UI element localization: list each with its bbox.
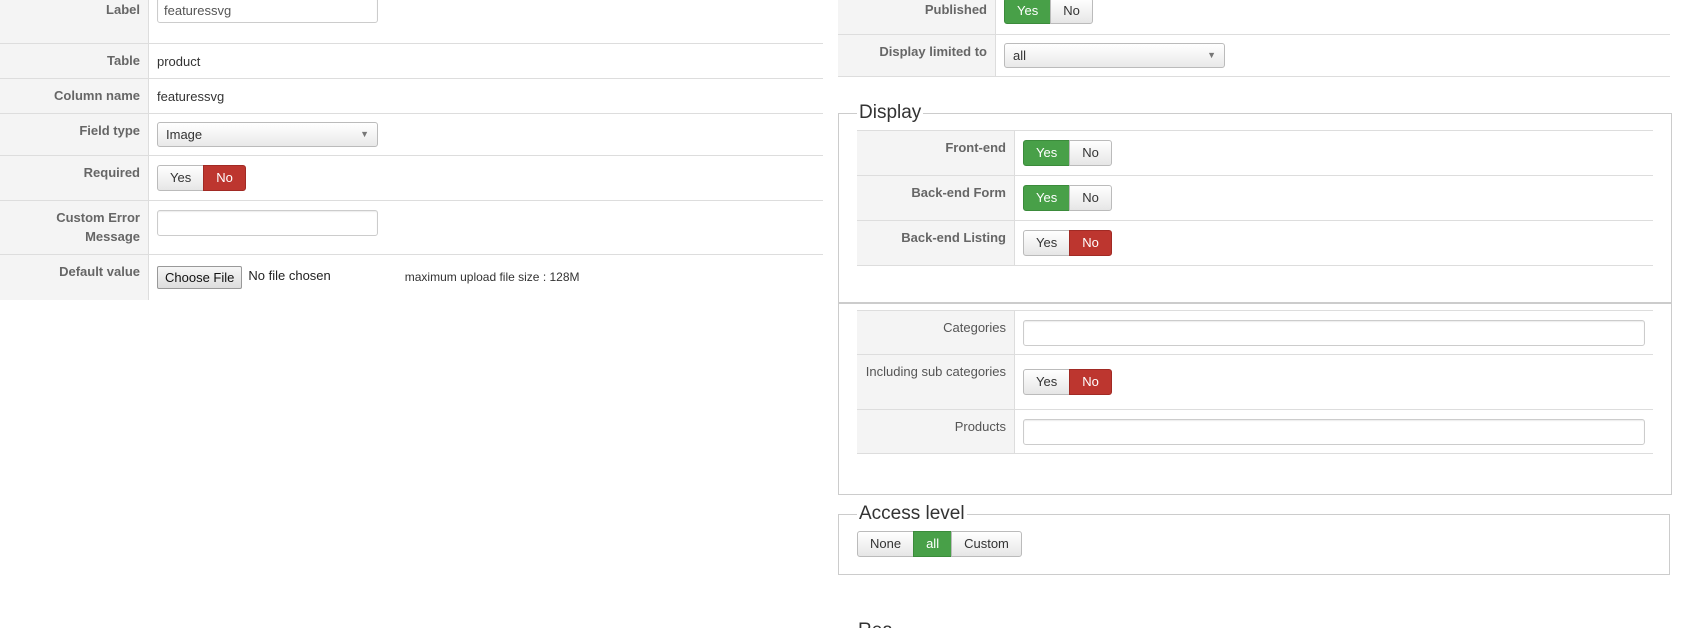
subcat-toggle: Yes No [1023, 369, 1112, 395]
error-val [149, 201, 823, 254]
published-toggle: Yes No [1004, 0, 1093, 24]
caret-down-icon: ▼ [360, 129, 369, 139]
required-no-button[interactable]: No [203, 165, 246, 191]
column-key: Column name [0, 79, 149, 113]
categories-val [1015, 311, 1653, 354]
required-key: Required [0, 156, 149, 200]
column-value: featuressvg [157, 89, 225, 104]
custom-error-input[interactable] [157, 210, 378, 236]
default-val: Choose File No file chosen maximum uploa… [149, 255, 823, 300]
table-row: Table product [0, 44, 823, 79]
backlist-row: Back-end Listing Yes No [857, 221, 1653, 266]
table-key: Table [0, 44, 149, 78]
label-row: Label [0, 0, 823, 44]
label-key: Label [0, 0, 149, 43]
frontend-no-button[interactable]: No [1069, 140, 1112, 166]
field-settings-panel: Label Table product Column name features… [0, 0, 823, 300]
backform-row: Back-end Form Yes No [857, 176, 1653, 221]
backform-toggle: Yes No [1023, 185, 1112, 211]
required-row: Required Yes No [0, 156, 823, 201]
access-fieldset: Access level None all Custom [838, 503, 1670, 575]
backlist-toggle: Yes No [1023, 230, 1112, 256]
required-toggle: Yes No [157, 165, 246, 191]
subcat-yes-button[interactable]: Yes [1023, 369, 1071, 395]
required-val: Yes No [149, 156, 823, 200]
frontend-val: Yes No [1015, 131, 1653, 175]
subcat-key: Including sub categories [857, 355, 1015, 409]
products-input[interactable] [1023, 418, 1645, 445]
published-no-button[interactable]: No [1050, 0, 1093, 24]
default-row: Default value Choose File No file chosen… [0, 255, 823, 300]
display-limited-select[interactable]: all ▼ [1004, 43, 1225, 68]
published-yes-button[interactable]: Yes [1004, 0, 1052, 24]
access-none-button[interactable]: None [857, 531, 915, 557]
fieldtype-selected: Image [166, 127, 203, 142]
categories-row: Categories [857, 311, 1653, 355]
frontend-yes-button[interactable]: Yes [1023, 140, 1071, 166]
display-fieldset: Display Front-end Yes No Back-end Form Y… [838, 102, 1672, 495]
access-level-toggle: None all Custom [857, 531, 1022, 557]
fieldtype-val: Image ▼ [149, 114, 823, 155]
published-val: Yes No [996, 0, 1670, 34]
products-row: Products [857, 410, 1653, 454]
publish-table: Published Yes No Display limited to all … [838, 0, 1670, 77]
published-row: Published Yes No [838, 0, 1670, 35]
fieldtype-select[interactable]: Image ▼ [157, 122, 378, 147]
frontend-row: Front-end Yes No [857, 131, 1653, 176]
access-all-button[interactable]: all [913, 531, 953, 557]
partial-section-legend: Rea [858, 620, 893, 628]
backlist-yes-button[interactable]: Yes [1023, 230, 1071, 256]
subcat-row: Including sub categories Yes No [857, 355, 1653, 410]
categories-input[interactable] [1023, 319, 1645, 346]
table-value: product [157, 54, 201, 69]
categories-key: Categories [857, 311, 1015, 354]
products-key: Products [857, 410, 1015, 453]
backform-key: Back-end Form [857, 176, 1015, 220]
display-legend: Display [859, 102, 922, 123]
category-table: Categories Including sub categories Yes … [857, 310, 1653, 454]
limited-row: Display limited to all ▼ [838, 35, 1670, 77]
display-limited-selected: all [1013, 48, 1027, 63]
backform-no-button[interactable]: No [1069, 185, 1112, 211]
subcat-no-button[interactable]: No [1069, 369, 1112, 395]
label-input[interactable] [157, 0, 378, 23]
products-val [1015, 410, 1653, 453]
published-key: Published [838, 0, 996, 34]
limited-val: all ▼ [996, 35, 1670, 76]
frontend-toggle: Yes No [1023, 140, 1112, 166]
caret-down-icon: ▼ [1207, 50, 1216, 60]
display-table: Front-end Yes No Back-end Form Yes No Ba… [857, 130, 1653, 266]
fieldtype-key: Field type [0, 114, 149, 155]
fieldtype-row: Field type Image ▼ [0, 114, 823, 156]
subcat-val: Yes No [1015, 355, 1653, 409]
backlist-key: Back-end Listing [857, 221, 1015, 265]
label-val [149, 0, 823, 43]
access-custom-button[interactable]: Custom [951, 531, 1022, 557]
error-key: Custom Error Message [0, 201, 149, 254]
choose-file-button[interactable]: Choose File [157, 266, 243, 289]
access-legend: Access level [859, 503, 965, 524]
frontend-key: Front-end [857, 131, 1015, 175]
backlist-no-button[interactable]: No [1069, 230, 1112, 256]
backlist-val: Yes No [1015, 221, 1653, 265]
column-row: Column name featuressvg [0, 79, 823, 114]
display-settings-panel: Published Yes No Display limited to all … [838, 0, 1672, 575]
backform-yes-button[interactable]: Yes [1023, 185, 1071, 211]
default-key: Default value [0, 255, 149, 300]
limited-key: Display limited to [838, 35, 996, 76]
backform-val: Yes No [1015, 176, 1653, 220]
upload-size-note: maximum upload file size : 128M [404, 270, 580, 284]
file-status: No file chosen [248, 268, 331, 283]
required-yes-button[interactable]: Yes [157, 165, 205, 191]
error-row: Custom Error Message [0, 201, 823, 255]
